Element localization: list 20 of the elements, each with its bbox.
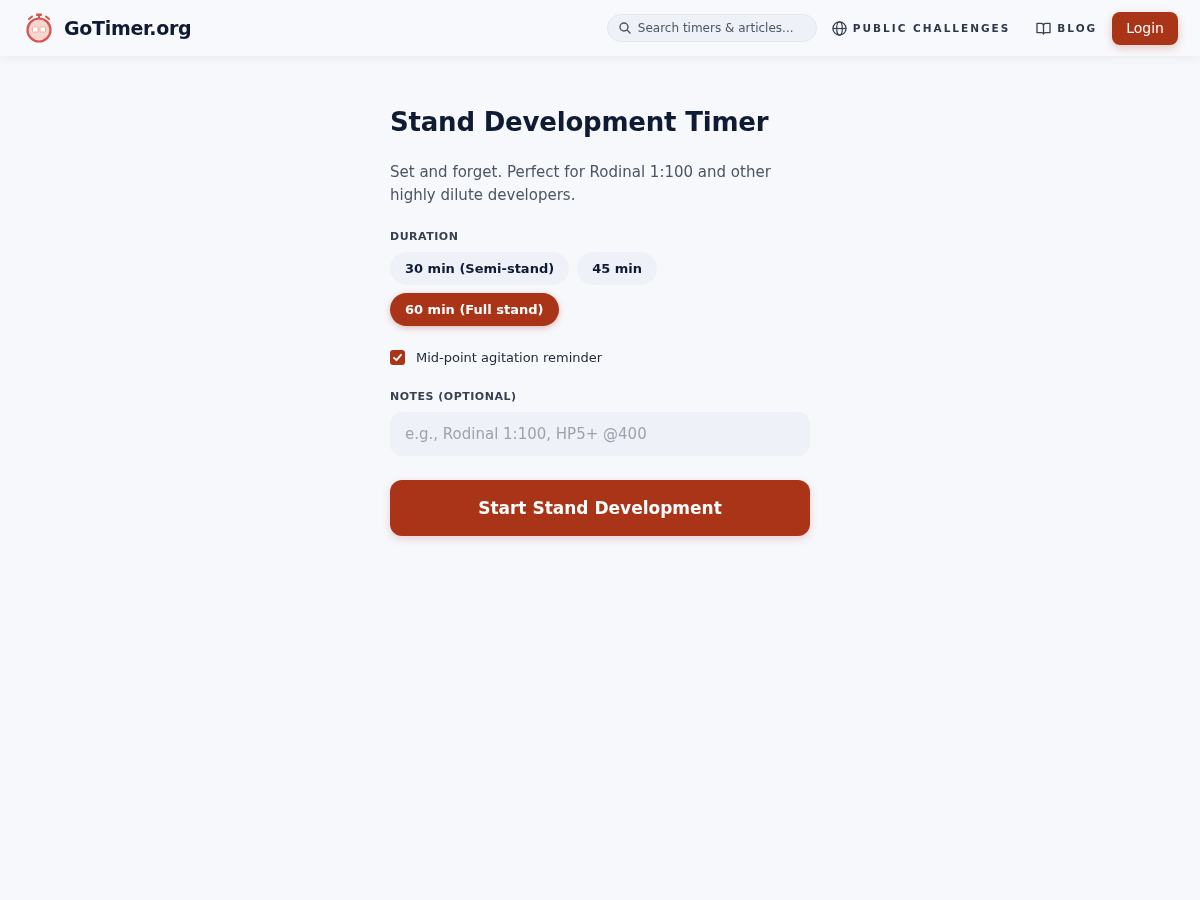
nav-link[interactable]: PUBLIC CHALLENGES — [831, 16, 1011, 40]
checkbox-label: Mid-point agitation reminder — [416, 350, 603, 365]
search-field[interactable]: Search timers & articles... — [606, 14, 817, 42]
page-title: Stand Development Timer — [390, 106, 769, 139]
checkbox[interactable] — [390, 350, 405, 365]
login-button[interactable]: Login — [1112, 11, 1178, 45]
stopwatch-icon — [26, 13, 52, 43]
notes-input[interactable]: e.g., Rodinal 1:100, HP5+ @400 — [390, 412, 810, 456]
globe-icon — [831, 20, 847, 36]
duration-option[interactable]: 45 min — [577, 252, 658, 285]
search-icon — [618, 22, 631, 34]
duration-option[interactable]: 30 min (Semi-stand) — [390, 252, 570, 285]
logo-text[interactable]: GoTimer.org — [64, 17, 192, 39]
nav-link[interactable]: BLOG — [1036, 17, 1098, 39]
notes-label: NOTES (OPTIONAL) — [390, 390, 517, 403]
duration-label: DURATION — [390, 230, 459, 243]
description-text: Set and forget. Perfect for Rodinal 1:100 and other highly dilute developers. — [390, 162, 772, 206]
duration-option[interactable]: 60 min (Full stand) — [390, 293, 559, 326]
book-icon — [1036, 21, 1052, 35]
start-button[interactable]: Start Stand Development — [390, 480, 810, 536]
